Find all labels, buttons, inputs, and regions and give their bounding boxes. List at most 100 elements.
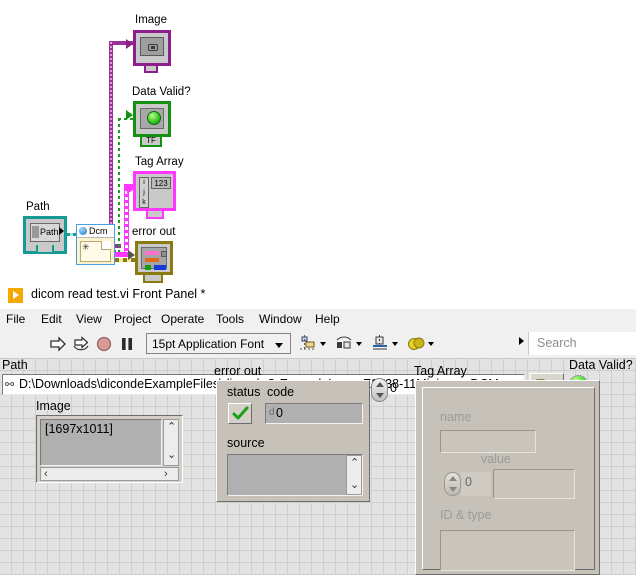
tag-value-index-spinner[interactable] xyxy=(444,472,461,496)
menu-item-tools[interactable]: Tools xyxy=(216,312,244,326)
tag-value-index: 0 xyxy=(465,475,472,489)
chevron-down-icon[interactable] xyxy=(376,393,384,398)
search-placeholder: Search xyxy=(537,336,577,350)
chevron-up-icon[interactable] xyxy=(449,476,457,481)
diagram-tag-array-terminal[interactable]: i j k 123 xyxy=(133,171,176,211)
error-out-cluster[interactable]: status code d 0 source ⌃ ⌄ xyxy=(216,380,370,502)
diagram-image-terminal[interactable] xyxy=(133,30,171,66)
error-out-index-value: 0 xyxy=(390,381,397,395)
diagram-data-valid-glyph: TF xyxy=(146,136,156,145)
error-code-value: 0 xyxy=(276,406,283,420)
font-selector[interactable]: 15pt Application Font xyxy=(146,333,291,354)
tag-value-index-field: 0 xyxy=(461,472,491,496)
chevron-up-icon[interactable] xyxy=(376,382,384,387)
path-label: Path xyxy=(2,358,28,372)
diagram-tag-array-dim-j: j xyxy=(140,188,148,198)
resize-objects-dropdown[interactable] xyxy=(370,334,398,354)
tag-value-field xyxy=(493,469,575,499)
tag-name-field xyxy=(440,430,536,453)
menu-item-view[interactable]: View xyxy=(76,312,102,326)
menu-item-file[interactable]: File xyxy=(6,312,25,326)
front-panel-window: dicom read test.vi Front Panel * File Ed… xyxy=(0,283,636,575)
tag-array-cluster[interactable]: name value 0 ID xyxy=(415,380,600,575)
toolbar: 15pt Application Font xyxy=(0,330,636,359)
wire-image-dash xyxy=(110,42,112,247)
toolbar-overflow-icon[interactable] xyxy=(519,337,524,345)
chevron-right-icon[interactable]: › xyxy=(164,469,168,480)
chevron-down-icon xyxy=(275,343,283,348)
error-code-label: code xyxy=(267,385,294,399)
reorder-objects-dropdown[interactable] xyxy=(406,334,434,354)
chevron-left-icon[interactable]: ‹ xyxy=(44,469,48,480)
abort-execution-icon[interactable] xyxy=(94,334,114,354)
error-source-label: source xyxy=(227,436,265,450)
error-out-label: error out xyxy=(214,364,261,378)
run-continuously-icon[interactable] xyxy=(71,334,91,354)
diagram-image-input-arrow xyxy=(126,39,133,49)
tag-name-label: name xyxy=(440,410,471,424)
window-title: dicom read test.vi Front Panel * xyxy=(31,287,205,301)
error-source-scrollbar[interactable]: ⌃ ⌄ xyxy=(346,455,362,495)
image-vertical-scrollbar[interactable]: ⌃ ⌄ xyxy=(163,419,179,466)
pause-icon[interactable] xyxy=(117,334,137,354)
diagram-path-label: Path xyxy=(26,201,50,214)
diagram-data-valid-terminal[interactable] xyxy=(133,101,171,137)
error-status-label: status xyxy=(227,385,260,399)
chevron-down-icon xyxy=(392,342,398,346)
align-objects-dropdown[interactable] xyxy=(298,334,326,354)
chevron-up-icon[interactable]: ⌃ xyxy=(167,422,176,433)
diagram-data-valid-input-arrow xyxy=(126,110,133,120)
image-horizontal-scrollbar[interactable]: ‹ › xyxy=(40,467,179,481)
error-out-index-spinner[interactable] xyxy=(371,378,388,402)
diagram-error-out-input-arrow xyxy=(128,250,135,260)
block-diagram-canvas[interactable]: Image Data Valid? TF Tag Array i j k xyxy=(0,0,636,283)
chevron-down-icon[interactable]: ⌄ xyxy=(350,480,359,491)
chevron-down-icon[interactable] xyxy=(449,487,457,492)
image-label: Image xyxy=(36,399,71,413)
diagram-tag-array-input-arrow xyxy=(127,184,134,194)
front-panel-canvas[interactable]: Path ⚯ D:\Downloads\dicondeExampleFiles\… xyxy=(0,359,636,575)
diagram-error-out-terminal[interactable] xyxy=(135,241,173,275)
diagram-dcm-label: Dcm xyxy=(89,226,108,236)
error-source-field[interactable]: ⌃ ⌄ xyxy=(227,454,363,496)
menu-item-help[interactable]: Help xyxy=(315,312,340,326)
diagram-image-label: Image xyxy=(135,14,167,27)
diagram-data-valid-label: Data Valid? xyxy=(132,86,191,99)
diagram-data-valid-terminal-foot: TF xyxy=(140,137,162,147)
menu-item-operate[interactable]: Operate xyxy=(161,312,204,326)
menu-item-window[interactable]: Window xyxy=(259,312,302,326)
run-arrow-icon[interactable] xyxy=(48,334,68,354)
diagram-path-terminal-foot xyxy=(36,245,54,254)
tag-array-inner-cluster: name value 0 ID xyxy=(422,387,595,570)
image-value: [1697x1011] xyxy=(45,422,113,436)
tag-id-type-label: ID & type xyxy=(440,508,491,522)
distribute-objects-dropdown[interactable] xyxy=(334,334,362,354)
diagram-tag-array-dim-k: k xyxy=(140,198,148,208)
diagram-dcm-node[interactable]: Dcm ✳ xyxy=(76,224,115,265)
diagram-error-out-label: error out xyxy=(132,226,175,239)
path-symbol-icon: ⚯ xyxy=(5,378,17,392)
font-selector-value: 15pt Application Font xyxy=(152,337,264,351)
chevron-down-icon[interactable]: ⌄ xyxy=(167,450,176,461)
tag-array-label: Tag Array xyxy=(414,364,467,378)
tag-value-label: value xyxy=(481,452,511,466)
menu-item-edit[interactable]: Edit xyxy=(41,312,62,326)
labview-screenshot: Image Data Valid? TF Tag Array i j k xyxy=(0,0,636,575)
chevron-up-icon[interactable]: ⌃ xyxy=(350,458,359,469)
diagram-image-terminal-foot xyxy=(144,66,158,73)
error-code-field: d 0 xyxy=(265,403,363,424)
data-valid-label: Data Valid? xyxy=(569,358,633,372)
labview-run-icon xyxy=(8,288,23,303)
tag-id-type-field xyxy=(440,530,575,571)
image-array-indicator[interactable]: [1697x1011] ⌃ ⌄ ‹ › xyxy=(36,415,183,483)
menu-item-project[interactable]: Project xyxy=(114,312,151,326)
error-code-radix[interactable]: d xyxy=(269,407,275,418)
wire-data-valid-vertical xyxy=(118,118,120,252)
error-status-indicator xyxy=(228,403,252,424)
diagram-tag-array-glyph: 123 xyxy=(154,179,167,188)
search-input[interactable]: Search xyxy=(528,332,636,355)
chevron-down-icon xyxy=(428,342,434,346)
diagram-tag-array-label: Tag Array xyxy=(135,156,184,169)
image-value-area[interactable]: [1697x1011] xyxy=(40,419,162,466)
chevron-down-icon xyxy=(356,342,362,346)
